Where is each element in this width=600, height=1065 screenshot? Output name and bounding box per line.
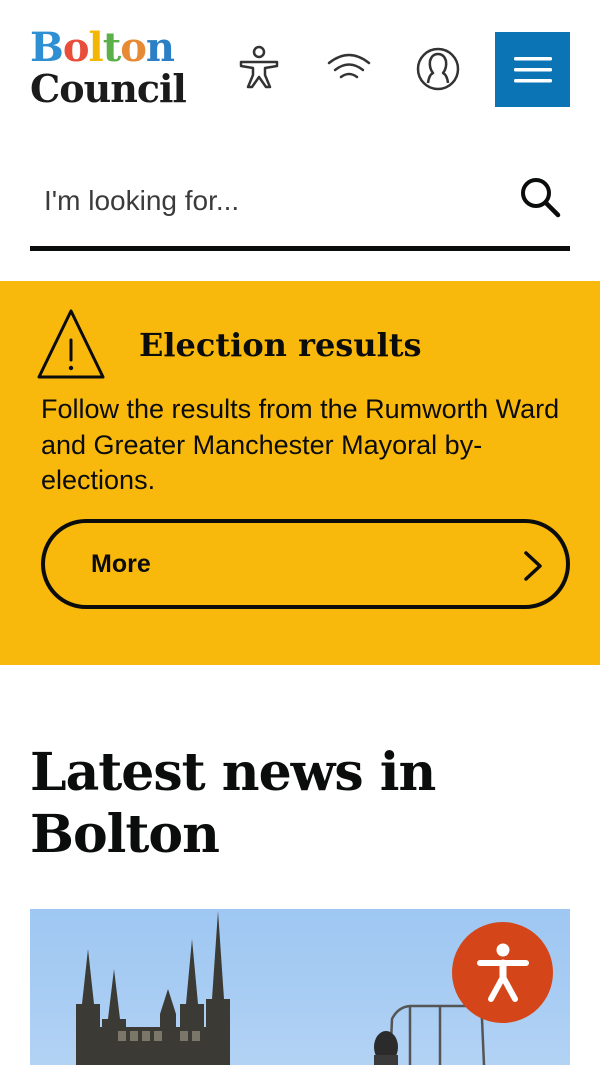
site-header: Bolton Council — [0, 0, 600, 140]
accessibility-icon — [476, 943, 529, 1002]
user-account-icon[interactable] — [414, 45, 462, 93]
hamburger-menu-button[interactable] — [495, 32, 570, 107]
search-bar — [30, 163, 570, 251]
logo-word-bolton: Bolton — [30, 28, 205, 68]
accessibility-widget-button[interactable] — [452, 922, 553, 1023]
alert-text: Follow the results from the Rumworth War… — [41, 394, 560, 495]
more-button-label: More — [91, 550, 151, 578]
logo-letter: t — [102, 24, 122, 71]
accessibility-person-icon[interactable] — [235, 45, 283, 93]
logo-letter: l — [88, 24, 104, 71]
logo-word-council: Council — [30, 66, 187, 111]
warning-triangle-icon — [37, 309, 105, 379]
logo-letter: n — [145, 24, 175, 71]
search-icon — [521, 178, 561, 218]
page: Bolton Council I'm looking for... Electi… — [0, 0, 600, 1065]
logo-letter: B — [30, 24, 64, 71]
wifi-signal-icon[interactable] — [325, 45, 373, 93]
search-input[interactable] — [30, 163, 500, 238]
hamburger-menu-icon — [513, 56, 552, 82]
logo-letter: o — [62, 24, 90, 71]
latest-news-heading: Latest news in Bolton — [30, 742, 436, 865]
chevron-right-icon — [524, 551, 542, 581]
alert-title: Election results — [139, 326, 422, 364]
bolton-council-logo[interactable]: Bolton Council — [30, 28, 205, 110]
more-button[interactable]: More — [41, 519, 570, 609]
logo-letter: o — [120, 24, 147, 71]
search-button[interactable] — [516, 173, 564, 221]
